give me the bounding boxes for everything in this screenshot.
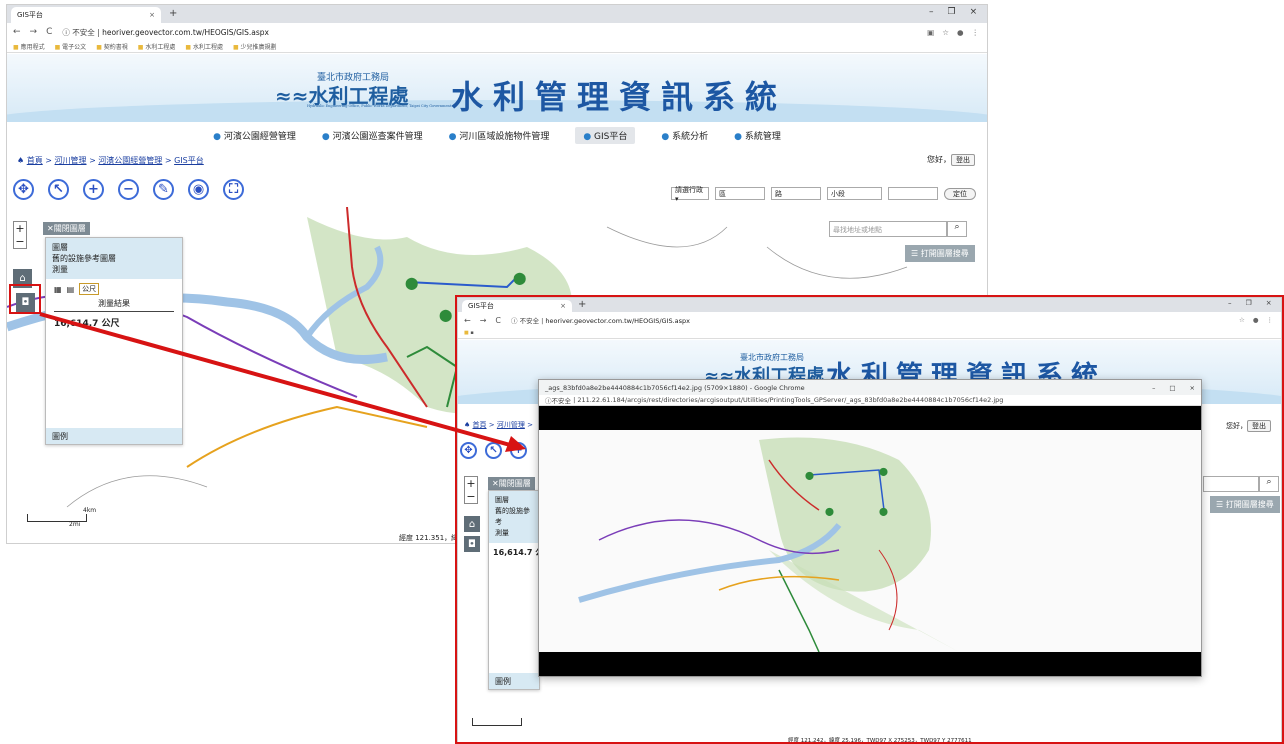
menu-item-park-management[interactable]: 河濱公園經營管理 <box>213 129 296 142</box>
bookmark[interactable]: 契約書視 <box>96 42 128 51</box>
new-tab-button[interactable]: + <box>169 8 177 19</box>
camera-highlight <box>9 284 41 314</box>
breadcrumb: ♠ 首頁 > 河川管理 > 河濱公園經營管理 > GIS平台 <box>17 156 204 165</box>
search-input[interactable]: 尋找地址或地點 <box>829 221 947 237</box>
map-toolbar: ✥ ↖ + − ✎ ◉ ⛶ <box>13 179 244 200</box>
district-select[interactable]: 區 <box>715 187 765 200</box>
number-input[interactable] <box>888 187 938 200</box>
translate-icon[interactable]: ▣ <box>927 28 934 37</box>
crumb-river[interactable]: 河川管理 <box>55 156 87 165</box>
zoom-control: + − <box>13 221 27 249</box>
measure-title: 測量結果 <box>54 298 174 312</box>
zoom-out-icon[interactable]: − <box>118 179 139 200</box>
layer-list: 圖層 舊的設施參考圖層 測量 <box>46 238 182 279</box>
star-icon[interactable]: ☆ <box>942 28 949 37</box>
logout-button[interactable]: 登出 <box>951 154 975 166</box>
screenshot-highlight-frame <box>455 295 1284 744</box>
window-controls: – ❐ × <box>929 7 977 17</box>
crumb-gis[interactable]: GIS平台 <box>174 156 204 165</box>
menu-icon[interactable]: ⋮ <box>972 28 980 37</box>
bookmark[interactable]: 應用程式 <box>13 42 45 51</box>
bookmark[interactable]: 水利工程處 <box>138 42 175 51</box>
close-window-button[interactable]: × <box>970 7 978 17</box>
area-icon[interactable]: ▦ <box>54 285 62 294</box>
tab-strip: GIS平台 × + – ❐ × <box>7 5 987 23</box>
crumb-home[interactable]: 首頁 <box>27 156 43 165</box>
bookmark[interactable]: 電子公文 <box>55 42 86 51</box>
menu-item-analysis[interactable]: 系統分析 <box>661 129 708 142</box>
browser-tab[interactable]: GIS平台 × <box>11 7 161 23</box>
measure-value: 16,614.7 公尺 <box>54 319 120 329</box>
measure-tool: ▦ ▤ 公尺 測量結果 16,614.7 公尺 <box>46 279 182 333</box>
scale-label-mi: 2mi <box>69 521 81 528</box>
layer-panel: 圖層 舊的設施參考圖層 測量 ▦ ▤ 公尺 測量結果 16,614.7 公尺 圖… <box>45 237 183 445</box>
legend-bar[interactable]: 圖例 <box>46 428 182 444</box>
bookmark[interactable]: 水利工程處 <box>185 42 223 51</box>
svg-text:⬤: ⬤ <box>405 276 418 290</box>
bookmarks-bar: 應用程式 電子公文 契約書視 水利工程處 水利工程處 少兒推廣規劃 <box>7 41 987 53</box>
pan-icon[interactable]: ✥ <box>13 179 34 200</box>
road-select[interactable]: 路 <box>771 187 821 200</box>
admin-select[interactable]: 請選行政 ▾ <box>671 186 709 203</box>
locate-filters: 請選行政 ▾ 區 路 小段 定位 <box>671 186 976 203</box>
minimize-button[interactable]: – <box>929 7 934 17</box>
bookmark[interactable]: 少兒推廣規劃 <box>233 42 277 51</box>
url-field[interactable]: ⓘ 不安全 | heoriver.geovector.com.tw/HEOGIS… <box>62 27 269 38</box>
forward-icon[interactable]: → <box>30 27 38 37</box>
distance-icon[interactable]: ▤ <box>67 285 75 294</box>
close-layer-button[interactable]: ✕關閉圖層 <box>43 222 90 235</box>
reload-icon[interactable]: C <box>46 27 52 37</box>
eraser-icon[interactable]: ✎ <box>153 179 174 200</box>
unit-select[interactable]: 公尺 <box>79 283 100 295</box>
address-bar: ← → C ⓘ 不安全 | heoriver.geovector.com.tw/HE… <box>7 24 987 40</box>
zoom-in-button[interactable]: + <box>15 222 24 235</box>
section-select[interactable]: 小段 <box>827 187 882 200</box>
menu-item-gis[interactable]: GIS平台 <box>575 127 636 144</box>
profile-icon[interactable]: ● <box>957 28 964 37</box>
main-menu: 河濱公園經營管理 河濱公園巡查案件管理 河川區域設施物件管理 GIS平台 系統分… <box>7 127 987 144</box>
maximize-button[interactable]: ❐ <box>948 7 956 17</box>
tab-close-icon[interactable]: × <box>149 11 155 19</box>
address-search: 尋找地址或地點 ⌕ <box>829 221 967 237</box>
user-greeting: 您好， 登出 <box>927 154 975 166</box>
system-title: 水利管理資訊系統 <box>451 78 788 116</box>
menu-item-park-inspection[interactable]: 河濱公園巡查案件管理 <box>322 129 423 142</box>
locate-button[interactable]: 定位 <box>944 187 976 200</box>
office-en: Hydraulic Engineering Office, Public Wor… <box>307 104 452 108</box>
site-banner: 臺北市政府工務局 ≈≈水利工程處 Hydraulic Engineering O… <box>7 54 987 122</box>
zoom-out-button[interactable]: − <box>15 235 24 248</box>
crumb-park[interactable]: 河濱公園經營管理 <box>98 156 162 165</box>
layer-item[interactable]: 測量 <box>52 264 176 275</box>
svg-text:⬤: ⬤ <box>439 308 452 322</box>
arrow-icon[interactable]: ↖ <box>48 179 69 200</box>
svg-text:⬤: ⬤ <box>513 271 526 285</box>
home-icon: ♠ <box>17 156 25 165</box>
open-layer-search-button[interactable]: ☰ 打開圖層搜尋 <box>905 245 975 262</box>
tab-title: GIS平台 <box>17 11 43 19</box>
zoom-in-icon[interactable]: + <box>83 179 104 200</box>
layer-item[interactable]: 舊的設施參考圖層 <box>52 253 176 264</box>
eye-icon[interactable]: ◉ <box>188 179 209 200</box>
full-extent-icon[interactable]: ⛶ <box>223 179 244 200</box>
back-icon[interactable]: ← <box>13 27 21 37</box>
coordinates-readout: 經度 121.351，緯 <box>399 534 459 542</box>
scale-label: 4km <box>83 507 97 514</box>
magnifier-icon[interactable]: ⌕ <box>947 221 967 237</box>
menu-item-admin[interactable]: 系統管理 <box>734 129 781 142</box>
menu-item-river-facilities[interactable]: 河川區域設施物件管理 <box>449 129 549 142</box>
layer-item[interactable]: 圖層 <box>52 242 176 253</box>
